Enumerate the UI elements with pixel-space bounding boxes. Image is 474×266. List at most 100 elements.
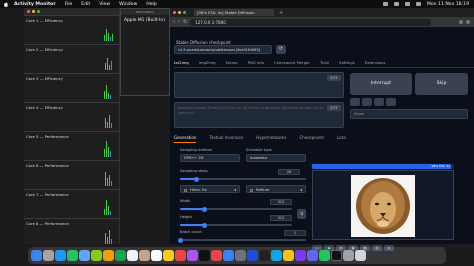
tv-icon[interactable] [199,250,210,261]
mail-icon[interactable] [79,250,90,261]
slack-icon[interactable] [295,250,306,261]
close-icon[interactable] [27,10,30,13]
output-gallery[interactable] [312,170,454,240]
minimize-icon[interactable] [178,11,181,14]
tab-hypernetworks[interactable]: Hypernetworks [256,135,286,143]
vscode-icon[interactable] [271,250,282,261]
reminders-icon[interactable] [151,250,162,261]
tab-img2img[interactable]: img2img [199,60,216,67]
close-icon[interactable] [173,11,176,14]
paste-icon[interactable] [350,98,360,106]
tab-checkpoints[interactable]: Checkpoints [299,135,324,143]
width-thumb[interactable] [202,206,208,212]
sampling-method-select[interactable]: DPM++ 2M [180,154,240,162]
wifi-icon[interactable] [393,2,399,6]
xcode-icon[interactable] [247,250,258,261]
minimize-icon[interactable] [32,10,35,13]
chrome-icon[interactable] [283,250,294,261]
photos-icon[interactable] [103,250,114,261]
sampling-steps-thumb[interactable] [193,176,199,182]
hires-fix-checkbox[interactable] [184,188,187,192]
batch-count-input[interactable]: 1 [284,230,306,236]
preview-icon[interactable] [343,250,354,261]
podcasts-icon[interactable] [187,250,198,261]
batch-count-thumb[interactable] [177,237,183,243]
swap-dimensions-button[interactable]: ⇅ [297,209,306,219]
tab-generation[interactable]: Generation [174,135,197,143]
height-input[interactable]: 512 [270,215,292,221]
trash-icon[interactable] [362,98,372,106]
launchpad-icon[interactable] [43,250,54,261]
activity-monitor-icon[interactable] [331,250,342,261]
refiner-accordion[interactable]: Refiner ◂ [246,185,306,193]
battery-icon[interactable] [382,2,388,6]
search-icon[interactable] [404,2,410,6]
reload-icon[interactable]: ↻ [183,19,187,25]
schedule-type-select[interactable]: Automatic [246,154,306,162]
calendar-icon[interactable] [127,250,138,261]
trash-icon[interactable] [355,250,366,261]
tab-settings[interactable]: Settings [339,60,355,67]
back-icon[interactable]: ‹ [173,19,175,25]
notes-icon[interactable] [163,250,174,261]
menu-edit[interactable]: Edit [81,2,90,7]
height-slider[interactable] [180,222,292,228]
dock [28,247,446,264]
sampling-steps-input[interactable]: 20 [278,169,300,175]
safari-icon[interactable] [55,250,66,261]
zoom-icon[interactable] [37,10,40,13]
hires-fix-accordion[interactable]: Hires. fix ◂ [180,185,240,193]
tab-txt2img[interactable]: txt2img [174,60,189,67]
tab-train[interactable]: Train [320,60,329,67]
finder-icon[interactable] [31,250,42,261]
app-store-icon[interactable] [223,250,234,261]
skip-button[interactable]: Skip [415,73,468,95]
control-center-icon[interactable] [415,2,421,6]
maps-icon[interactable] [91,250,102,261]
news-icon[interactable] [211,250,222,261]
messages-icon[interactable] [67,250,78,261]
address-field[interactable]: 127.0.0.1:7860 [190,18,431,26]
tab-extensions[interactable]: Extensions [365,60,386,67]
tab-extras[interactable]: Extras [226,60,238,67]
styles-select[interactable]: Styles [350,109,468,119]
refiner-checkbox[interactable] [250,188,253,192]
menu-app-name[interactable]: Activity Monitor [14,2,56,7]
width-input[interactable]: 512 [270,199,292,205]
negative-prompt-textarea[interactable]: Negative prompt (Press Ctrl+Enter or Alt… [174,102,344,128]
edit-icon[interactable] [386,98,396,106]
new-tab-icon[interactable]: + [279,10,283,16]
generated-lion-image[interactable] [351,175,415,237]
prompt-textarea[interactable]: 0/75 [174,72,344,98]
style-apply-icon[interactable] [374,98,384,106]
menu-clock[interactable]: Mon 11 Nov 18:19 [427,2,469,7]
contacts-icon[interactable] [139,250,150,261]
batch-count-slider[interactable] [177,237,306,243]
terminal-icon[interactable] [259,250,270,261]
profile-icon[interactable] [466,20,470,24]
music-icon[interactable] [175,250,186,261]
discord-icon[interactable] [307,250,318,261]
sampling-steps-slider[interactable] [180,176,306,182]
tab-png-info[interactable]: PNG Info [248,60,264,67]
apple-menu-icon[interactable] [4,1,8,7]
forward-icon[interactable]: › [178,19,180,25]
tab-textual-inversion[interactable]: Textual Inversion [209,135,243,143]
extensions-icon[interactable] [459,20,463,24]
spotify-icon[interactable] [319,250,330,261]
menu-view[interactable]: View [99,2,110,7]
facetime-icon[interactable] [115,250,126,261]
interrupt-button[interactable]: Interrupt [350,73,412,95]
height-thumb[interactable] [202,222,208,228]
browser-tab[interactable]: [98% ETA: 4s] Stable Diffusion [194,9,274,16]
refresh-checkpoint-button[interactable]: ⟳ [276,45,286,54]
checkpoint-select[interactable]: v1-5-pruned-emaonly.safetensors [6ce0161… [174,45,272,54]
tab-lora[interactable]: Lora [337,135,346,143]
menu-window[interactable]: Window [119,2,137,7]
tab-checkpoint-merger[interactable]: Checkpoint Merger [274,60,310,67]
menu-file[interactable]: File [65,2,73,7]
settings-icon[interactable] [235,250,246,261]
width-slider[interactable] [180,206,292,212]
zoom-icon[interactable] [183,11,186,14]
menu-help[interactable]: Help [146,2,156,7]
